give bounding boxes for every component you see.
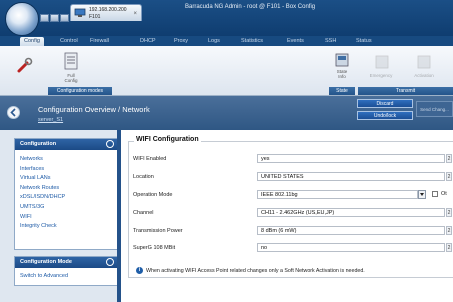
toolbar: Full Config Configuration modes State In… <box>0 46 453 96</box>
switch-to-advanced-link[interactable]: Switch to Advanced <box>15 272 118 282</box>
collapse-icon[interactable] <box>106 140 114 148</box>
channel-more-icon[interactable]: 2 <box>446 208 452 217</box>
full-config-label: Full Config <box>64 73 78 83</box>
page-header: Configuration Overview / Network server_… <box>0 96 453 130</box>
wifi-enabled-label: WIFI Enabled <box>133 156 167 162</box>
wrench-icon[interactable] <box>16 56 34 74</box>
monitor-icon <box>74 8 86 17</box>
menu-config[interactable]: Config <box>20 37 44 46</box>
emergency-label: Emergency <box>369 73 393 78</box>
sidebar-item-network-routes[interactable]: Network Routes <box>15 184 118 194</box>
transmission-power-more-icon[interactable]: 2 <box>446 226 452 235</box>
wifi-legend: WIFI Configuration <box>134 136 201 143</box>
title-bar: 192.168.200.200 F101 × Barracuda NG Admi… <box>0 0 453 36</box>
other-checkbox-label: Ot <box>441 191 447 197</box>
connection-ip: 192.168.200.200 <box>89 7 127 13</box>
location-label: Location <box>133 174 154 180</box>
state-caption: State <box>329 87 355 95</box>
operation-mode-label: Operation Mode <box>133 192 173 198</box>
back-arrow-icon <box>10 108 16 117</box>
config-modes-caption: Configuration modes <box>48 87 112 95</box>
back-icon[interactable] <box>50 14 59 22</box>
menu-status[interactable]: Status <box>352 37 376 46</box>
info-icon: i <box>136 267 143 274</box>
discard-button[interactable]: Discard <box>357 99 413 108</box>
configuration-list: Networks Interfaces Virtual LANs Network… <box>15 150 118 232</box>
menu-dhcp[interactable]: DHCP <box>136 37 160 46</box>
forward-icon[interactable] <box>60 14 69 22</box>
superg-label: SuperG 108 MBit <box>133 245 176 251</box>
operation-mode-dropdown[interactable] <box>418 190 426 199</box>
configuration-mode-title: Configuration Mode <box>20 259 72 265</box>
superg-more-icon[interactable]: 2 <box>446 243 452 252</box>
superg-field[interactable]: no <box>257 243 445 252</box>
menu-statistics[interactable]: Statistics <box>237 37 267 46</box>
menu-control[interactable]: Control <box>56 37 82 46</box>
location-more-icon[interactable]: 2 <box>446 172 452 181</box>
sidebar-item-virtual-lans[interactable]: Virtual LANs <box>15 174 118 184</box>
configuration-mode-panel: Configuration Mode Switch to Advanced <box>14 256 119 286</box>
emergency-icon <box>375 55 389 69</box>
full-config-icon[interactable] <box>63 52 79 70</box>
window-controls <box>40 14 69 22</box>
chevron-down-icon <box>420 193 424 196</box>
connection-name: F101 <box>89 14 101 20</box>
menu-proxy[interactable]: Proxy <box>170 37 192 46</box>
activation-icon <box>417 55 431 69</box>
page-title: Configuration Overview / Network <box>38 105 150 114</box>
page-subtitle-link[interactable]: server_S1 <box>38 117 63 123</box>
sidebar-item-networks[interactable]: Networks <box>15 155 118 165</box>
transmission-power-field[interactable]: 8 dBm (6 mW) <box>257 226 445 235</box>
wifi-enabled-field[interactable]: yes <box>257 154 445 163</box>
restore-icon[interactable] <box>40 14 49 22</box>
channel-field[interactable]: CH11 - 2.462GHz (US,EU,JP) <box>257 208 445 217</box>
sidebar-item-wifi[interactable]: WIFI <box>15 213 118 223</box>
sidebar-item-umts[interactable]: UMTS/3G <box>15 203 118 213</box>
barracuda-logo-icon[interactable] <box>5 2 39 36</box>
main-content: WIFI Configuration WIFI Enabled yes 2 Lo… <box>121 130 453 302</box>
sidebar: Configuration Networks Interfaces Virtua… <box>0 130 120 302</box>
sidebar-item-interfaces[interactable]: Interfaces <box>15 165 118 175</box>
undo-button[interactable]: Undo/lock <box>357 111 413 120</box>
collapse-icon[interactable] <box>106 258 114 266</box>
transmission-power-label: Transmission Power <box>133 228 183 234</box>
location-field[interactable]: UNITED STATES <box>257 172 445 181</box>
configuration-mode-list: Switch to Advanced <box>15 268 118 282</box>
configuration-panel-title: Configuration <box>20 141 57 147</box>
back-button[interactable] <box>7 106 20 119</box>
sidebar-item-xdsl[interactable]: xDSL/ISDN/DHCP <box>15 193 118 203</box>
main-menu: Config Control Firewall DHCP Proxy Logs … <box>0 36 453 46</box>
sidebar-item-integrity-check[interactable]: Integrity Check <box>15 222 118 232</box>
other-checkbox[interactable] <box>432 191 438 197</box>
channel-label: Channel <box>133 210 154 216</box>
menu-ssh[interactable]: SSH <box>321 37 340 46</box>
window-title: Barracuda NG Admin - root @ F101 - Box C… <box>185 4 316 10</box>
transmit-caption: Transmit <box>358 87 453 95</box>
close-tab-icon[interactable]: × <box>133 11 137 17</box>
menu-firewall[interactable]: Firewall <box>86 37 113 46</box>
state-info-icon[interactable] <box>334 52 350 68</box>
info-text: When activating WIFI Access Point relate… <box>146 268 365 274</box>
configuration-panel-header[interactable]: Configuration <box>15 139 118 150</box>
configuration-panel: Configuration Networks Interfaces Virtua… <box>14 138 119 250</box>
connection-tab[interactable]: 192.168.200.200 F101 × <box>70 4 142 21</box>
operation-mode-select[interactable]: IEEE 802.11bg <box>257 190 418 199</box>
menu-logs[interactable]: Logs <box>204 37 224 46</box>
wifi-enabled-more-icon[interactable]: 2 <box>446 154 452 163</box>
send-changes-button: Send Chang... <box>416 101 453 117</box>
menu-events[interactable]: Events <box>283 37 308 46</box>
state-info-label: State Info <box>336 69 348 79</box>
activation-label: Activation <box>414 73 434 78</box>
configuration-mode-header[interactable]: Configuration Mode <box>15 257 118 268</box>
